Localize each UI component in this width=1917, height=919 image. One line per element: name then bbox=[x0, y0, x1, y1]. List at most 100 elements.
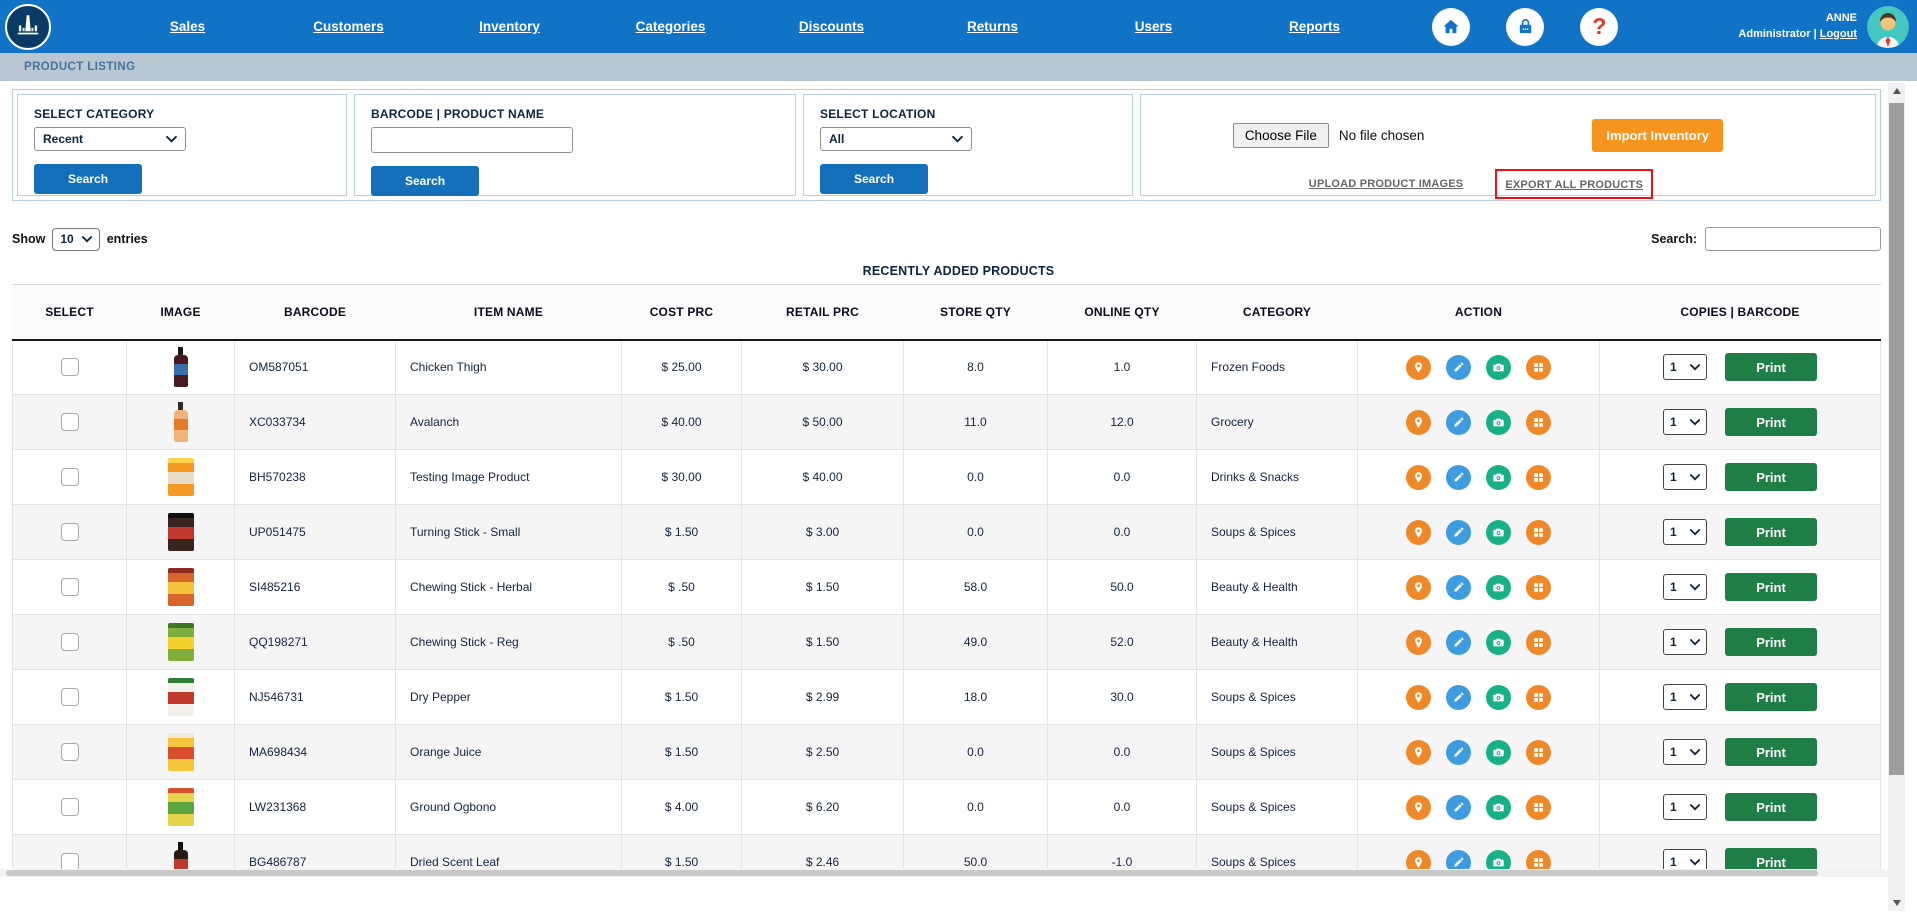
edit-pencil-icon-button[interactable] bbox=[1446, 685, 1471, 710]
edit-pencil-icon-button[interactable] bbox=[1446, 355, 1471, 380]
upload-product-images-link[interactable]: UPLOAD PRODUCT IMAGES bbox=[1309, 178, 1464, 190]
print-button[interactable]: Print bbox=[1725, 628, 1817, 656]
table-search-input[interactable] bbox=[1705, 227, 1881, 251]
row-select-checkbox[interactable] bbox=[61, 358, 79, 376]
print-button[interactable]: Print bbox=[1725, 848, 1817, 869]
camera-icon-button[interactable] bbox=[1486, 520, 1511, 545]
copies-select[interactable]: 1 bbox=[1663, 629, 1707, 655]
edit-pencil-icon-button[interactable] bbox=[1446, 465, 1471, 490]
app-logo[interactable] bbox=[5, 4, 51, 50]
row-select-checkbox[interactable] bbox=[61, 633, 79, 651]
lock-icon-button[interactable] bbox=[1506, 8, 1544, 46]
export-all-products-link[interactable]: EXPORT ALL PRODUCTS bbox=[1505, 179, 1643, 191]
scroll-down-arrow[interactable] bbox=[1888, 895, 1905, 911]
location-select[interactable]: All bbox=[820, 127, 972, 151]
barcode-grid-icon-button[interactable] bbox=[1526, 850, 1551, 870]
nav-item-inventory[interactable]: Inventory bbox=[429, 19, 590, 34]
edit-pencil-icon-button[interactable] bbox=[1446, 795, 1471, 820]
print-button[interactable]: Print bbox=[1725, 353, 1817, 381]
nav-item-discounts[interactable]: Discounts bbox=[751, 19, 912, 34]
location-pin-icon-button[interactable] bbox=[1406, 795, 1431, 820]
nav-item-categories[interactable]: Categories bbox=[590, 19, 751, 34]
camera-icon-button[interactable] bbox=[1486, 575, 1511, 600]
print-button[interactable]: Print bbox=[1725, 738, 1817, 766]
home-icon-button[interactable] bbox=[1432, 8, 1470, 46]
barcode-grid-icon-button[interactable] bbox=[1526, 410, 1551, 435]
location-pin-icon-button[interactable] bbox=[1406, 410, 1431, 435]
camera-icon-button[interactable] bbox=[1486, 465, 1511, 490]
category-select[interactable]: Recent bbox=[34, 127, 186, 151]
edit-pencil-icon-button[interactable] bbox=[1446, 410, 1471, 435]
row-select-checkbox[interactable] bbox=[61, 413, 79, 431]
help-icon-button[interactable]: ? bbox=[1580, 8, 1618, 46]
edit-pencil-icon-button[interactable] bbox=[1446, 630, 1471, 655]
row-select-checkbox[interactable] bbox=[61, 853, 79, 869]
barcode-grid-icon-button[interactable] bbox=[1526, 740, 1551, 765]
vertical-scrollbar-thumb[interactable] bbox=[1889, 103, 1904, 775]
copies-select[interactable]: 1 bbox=[1663, 464, 1707, 490]
copies-select[interactable]: 1 bbox=[1663, 794, 1707, 820]
nav-item-users[interactable]: Users bbox=[1073, 19, 1234, 34]
row-select-checkbox[interactable] bbox=[61, 743, 79, 761]
camera-icon-button[interactable] bbox=[1486, 355, 1511, 380]
choose-file-button[interactable]: Choose File bbox=[1233, 123, 1329, 148]
barcode-grid-icon-button[interactable] bbox=[1526, 355, 1551, 380]
horizontal-scrollbar[interactable] bbox=[0, 869, 1888, 877]
location-pin-icon-button[interactable] bbox=[1406, 630, 1431, 655]
row-select-checkbox[interactable] bbox=[61, 468, 79, 486]
row-select-checkbox[interactable] bbox=[61, 578, 79, 596]
location-search-button[interactable]: Search bbox=[820, 164, 928, 194]
barcode-grid-icon-button[interactable] bbox=[1526, 575, 1551, 600]
camera-icon-button[interactable] bbox=[1486, 740, 1511, 765]
edit-pencil-icon-button[interactable] bbox=[1446, 850, 1471, 870]
barcode-grid-icon-button[interactable] bbox=[1526, 520, 1551, 545]
category-search-button[interactable]: Search bbox=[34, 164, 142, 194]
edit-pencil-icon-button[interactable] bbox=[1446, 740, 1471, 765]
copies-select[interactable]: 1 bbox=[1663, 409, 1707, 435]
barcode-search-button[interactable]: Search bbox=[371, 166, 479, 196]
copies-select[interactable]: 1 bbox=[1663, 574, 1707, 600]
edit-pencil-icon-button[interactable] bbox=[1446, 575, 1471, 600]
nav-item-returns[interactable]: Returns bbox=[912, 19, 1073, 34]
logout-link[interactable]: Logout bbox=[1820, 28, 1857, 40]
location-pin-icon-button[interactable] bbox=[1406, 575, 1431, 600]
nav-item-customers[interactable]: Customers bbox=[268, 19, 429, 34]
camera-icon-button[interactable] bbox=[1486, 410, 1511, 435]
copies-select[interactable]: 1 bbox=[1663, 739, 1707, 765]
row-select-checkbox[interactable] bbox=[61, 688, 79, 706]
print-button[interactable]: Print bbox=[1725, 683, 1817, 711]
camera-icon-button[interactable] bbox=[1486, 685, 1511, 710]
location-pin-icon-button[interactable] bbox=[1406, 850, 1431, 870]
location-pin-icon-button[interactable] bbox=[1406, 465, 1431, 490]
camera-icon-button[interactable] bbox=[1486, 850, 1511, 870]
barcode-grid-icon-button[interactable] bbox=[1526, 685, 1551, 710]
import-inventory-button[interactable]: Import Inventory bbox=[1592, 119, 1723, 152]
camera-icon-button[interactable] bbox=[1486, 795, 1511, 820]
print-button[interactable]: Print bbox=[1725, 793, 1817, 821]
copies-select[interactable]: 1 bbox=[1663, 849, 1707, 869]
barcode-grid-icon-button[interactable] bbox=[1526, 795, 1551, 820]
location-pin-icon-button[interactable] bbox=[1406, 740, 1431, 765]
print-button[interactable]: Print bbox=[1725, 408, 1817, 436]
vertical-scrollbar[interactable] bbox=[1888, 83, 1905, 911]
entries-select[interactable]: 10 bbox=[52, 228, 99, 251]
copies-select[interactable]: 1 bbox=[1663, 519, 1707, 545]
print-button[interactable]: Print bbox=[1725, 463, 1817, 491]
copies-select[interactable]: 1 bbox=[1663, 684, 1707, 710]
nav-item-sales[interactable]: Sales bbox=[107, 19, 268, 34]
barcode-grid-icon-button[interactable] bbox=[1526, 465, 1551, 490]
row-select-checkbox[interactable] bbox=[61, 523, 79, 541]
avatar[interactable] bbox=[1867, 6, 1909, 48]
barcode-search-input[interactable] bbox=[371, 127, 573, 153]
edit-pencil-icon-button[interactable] bbox=[1446, 520, 1471, 545]
copies-select[interactable]: 1 bbox=[1663, 354, 1707, 380]
print-button[interactable]: Print bbox=[1725, 518, 1817, 546]
horizontal-scrollbar-thumb[interactable] bbox=[6, 870, 1818, 876]
print-button[interactable]: Print bbox=[1725, 573, 1817, 601]
scroll-up-arrow[interactable] bbox=[1888, 83, 1905, 99]
location-pin-icon-button[interactable] bbox=[1406, 520, 1431, 545]
location-pin-icon-button[interactable] bbox=[1406, 685, 1431, 710]
barcode-grid-icon-button[interactable] bbox=[1526, 630, 1551, 655]
camera-icon-button[interactable] bbox=[1486, 630, 1511, 655]
nav-item-reports[interactable]: Reports bbox=[1234, 19, 1395, 34]
